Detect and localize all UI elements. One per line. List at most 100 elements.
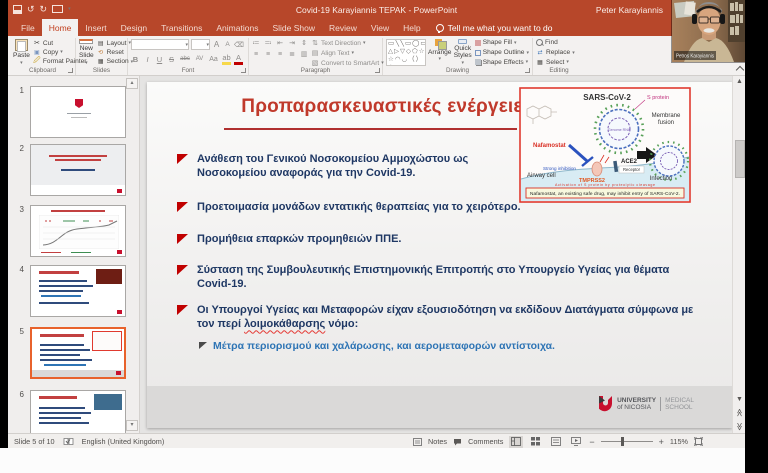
quick-styles-dropdown-icon[interactable]: ▾: [461, 61, 464, 67]
arrange-button[interactable]: Arrange ▾: [429, 39, 451, 66]
align-left-icon[interactable]: ≡: [252, 51, 260, 58]
text-shadow-button[interactable]: abc: [179, 56, 191, 62]
shape-effects-button[interactable]: Shape Effects▾: [475, 58, 529, 66]
paste-dropdown-icon[interactable]: ▾: [20, 61, 23, 67]
tab-slideshow[interactable]: Slide Show: [265, 19, 322, 36]
slide-thumbnail-5-selected[interactable]: [30, 327, 126, 379]
slide-thumbnail-3[interactable]: [30, 205, 126, 257]
bold-button[interactable]: B: [131, 55, 140, 64]
paragraph-dialog-launcher-icon[interactable]: [375, 68, 380, 73]
zoom-level[interactable]: 115%: [670, 437, 688, 446]
strikethrough-button[interactable]: S: [167, 55, 176, 64]
tell-me-box[interactable]: Tell me what you want to do: [428, 19, 561, 36]
align-text-button[interactable]: ▤Align Text▾: [311, 49, 384, 57]
font-name-combo[interactable]: ▾: [131, 39, 189, 50]
drawing-dialog-launcher-icon[interactable]: [525, 68, 530, 73]
character-spacing-button[interactable]: AV: [194, 56, 205, 62]
zoom-out-button[interactable]: −: [589, 437, 594, 447]
new-slide-dropdown-icon[interactable]: ▾: [85, 61, 88, 67]
next-slide-button[interactable]: ≫: [735, 420, 744, 433]
spell-check-icon[interactable]: [63, 437, 74, 446]
increase-indent-icon[interactable]: ⇥: [288, 39, 296, 47]
scrollbar-thumb[interactable]: [735, 140, 745, 178]
previous-slide-button[interactable]: ≪: [735, 406, 744, 419]
tab-animations[interactable]: Animations: [209, 19, 265, 36]
replace-button[interactable]: ⇄Replace▾: [536, 49, 575, 57]
slide-sorter-view-button[interactable]: [529, 436, 543, 448]
fit-slide-to-window-icon[interactable]: [694, 437, 703, 446]
zoom-in-button[interactable]: +: [659, 437, 664, 447]
font-size-combo[interactable]: ▾: [191, 39, 210, 50]
normal-view-button[interactable]: [509, 436, 523, 448]
find-button[interactable]: Find: [536, 39, 575, 47]
thumbnail-scroll-up-button[interactable]: ▴: [126, 78, 138, 89]
notes-button[interactable]: Notes: [428, 437, 447, 446]
bullet-item-4[interactable]: Σύσταση της Συμβουλευτικής Επιστημονικής…: [175, 263, 702, 292]
tab-transitions[interactable]: Transitions: [154, 19, 209, 36]
slide-thumbnail-4[interactable]: [30, 265, 126, 317]
paste-button[interactable]: Paste ▾: [13, 39, 30, 66]
zoom-slider-thumb[interactable]: [621, 437, 624, 446]
grow-font-button[interactable]: A: [212, 40, 221, 49]
letterbox-right: [745, 0, 768, 473]
thumbnail-scroll-down-button[interactable]: ▾: [126, 420, 138, 431]
slide-thumbnail-1[interactable]: [30, 86, 126, 138]
tab-insert[interactable]: Insert: [78, 19, 113, 36]
underline-button[interactable]: U: [155, 55, 164, 64]
bullet-5-text-end: νόμο:: [325, 318, 358, 330]
sub-bullet-item[interactable]: Μέτρα περιορισμού και χαλάρωσης, και αερ…: [197, 340, 673, 352]
change-case-button[interactable]: Aa: [208, 56, 219, 63]
sars-cov-2-diagram[interactable]: SARS-CoV-2 S protein Genome RNA Membrane…: [519, 87, 691, 203]
font-color-button[interactable]: A: [234, 53, 243, 65]
align-center-icon[interactable]: ≡: [264, 51, 272, 58]
replace-dropdown-icon: ▾: [572, 50, 575, 56]
zoom-slider[interactable]: [601, 441, 653, 442]
tab-home[interactable]: Home: [42, 19, 79, 36]
language-indicator[interactable]: English (United Kingdom): [82, 437, 165, 446]
font-dialog-launcher-icon[interactable]: [241, 68, 246, 73]
slide-thumbnail-2[interactable]: [30, 144, 126, 196]
membrane-fusion-label-1: Membrane: [652, 113, 681, 119]
signed-in-user[interactable]: Peter Karayiannis: [596, 5, 663, 15]
clipboard-dialog-launcher-icon[interactable]: [68, 68, 73, 73]
status-bar: Slide 5 of 10 English (United Kingdom) N…: [8, 433, 745, 449]
tab-file[interactable]: File: [14, 19, 42, 36]
line-spacing-icon[interactable]: ⇕: [300, 39, 308, 47]
slide-thumbnail-6[interactable]: [30, 390, 126, 433]
title-bar: ↺ ↻ ▾ Covid-19 Karayiannis TEPAK - Power…: [8, 0, 745, 19]
comments-button[interactable]: Comments: [468, 437, 503, 446]
slide-title-textbox[interactable]: Προπαρασκευαστικές ενέργειες: [207, 96, 567, 118]
powerpoint-window: ↺ ↻ ▾ Covid-19 Karayiannis TEPAK - Power…: [8, 0, 745, 448]
select-button[interactable]: ▦Select▾: [536, 58, 575, 66]
bullet-item-1[interactable]: Ανάθεση του Γενικού Νοσοκομείου Αμμοχώστ…: [175, 152, 537, 181]
bullet-item-3[interactable]: Προμήθεια επαρκών προμηθειών ΠΠΕ.: [175, 232, 597, 246]
shrink-font-button[interactable]: A: [223, 41, 232, 48]
align-right-icon[interactable]: ≡: [276, 51, 284, 58]
tab-review[interactable]: Review: [322, 19, 364, 36]
shapes-gallery[interactable]: ▭╲╲▭◯▭△▷▽◇⬠☆☆◠◡（）☆: [386, 39, 426, 66]
arrange-dropdown-icon[interactable]: ▾: [438, 57, 441, 63]
quick-styles-button[interactable]: Quick Styles ▾: [454, 39, 472, 66]
reading-view-button[interactable]: [549, 436, 563, 448]
bullet-item-5[interactable]: Οι Υπουργοί Υγείας και Μεταφορών είχαν ε…: [175, 303, 707, 332]
italic-button[interactable]: I: [143, 55, 152, 64]
bullets-icon[interactable]: ≔: [252, 39, 260, 47]
clear-formatting-button[interactable]: ⌫: [234, 41, 243, 49]
tab-help[interactable]: Help: [396, 19, 427, 36]
shape-outline-button[interactable]: Shape Outline▾: [475, 49, 529, 57]
tab-view[interactable]: View: [364, 19, 396, 36]
columns-icon[interactable]: ▥: [300, 50, 308, 58]
new-slide-button[interactable]: New Slide ▾: [79, 39, 94, 66]
numbering-icon[interactable]: ≕: [264, 39, 272, 47]
convert-smartart-button[interactable]: ▧Convert to SmartArt▾: [311, 59, 384, 67]
mustache: [704, 28, 715, 32]
shape-fill-button[interactable]: Shape Fill▾: [475, 39, 529, 47]
slide-canvas[interactable]: Προπαρασκευαστικές ενέργειες Ανάθεση του…: [147, 82, 732, 428]
text-direction-button[interactable]: ⇅Text Direction▾: [311, 39, 384, 47]
decrease-indent-icon[interactable]: ⇤: [276, 39, 284, 47]
justify-icon[interactable]: ≣: [288, 50, 296, 58]
slideshow-view-button[interactable]: [569, 436, 583, 448]
highlight-color-button[interactable]: ab: [222, 53, 231, 65]
tab-design[interactable]: Design: [114, 19, 154, 36]
format-painter-icon: 🖉: [33, 56, 41, 67]
